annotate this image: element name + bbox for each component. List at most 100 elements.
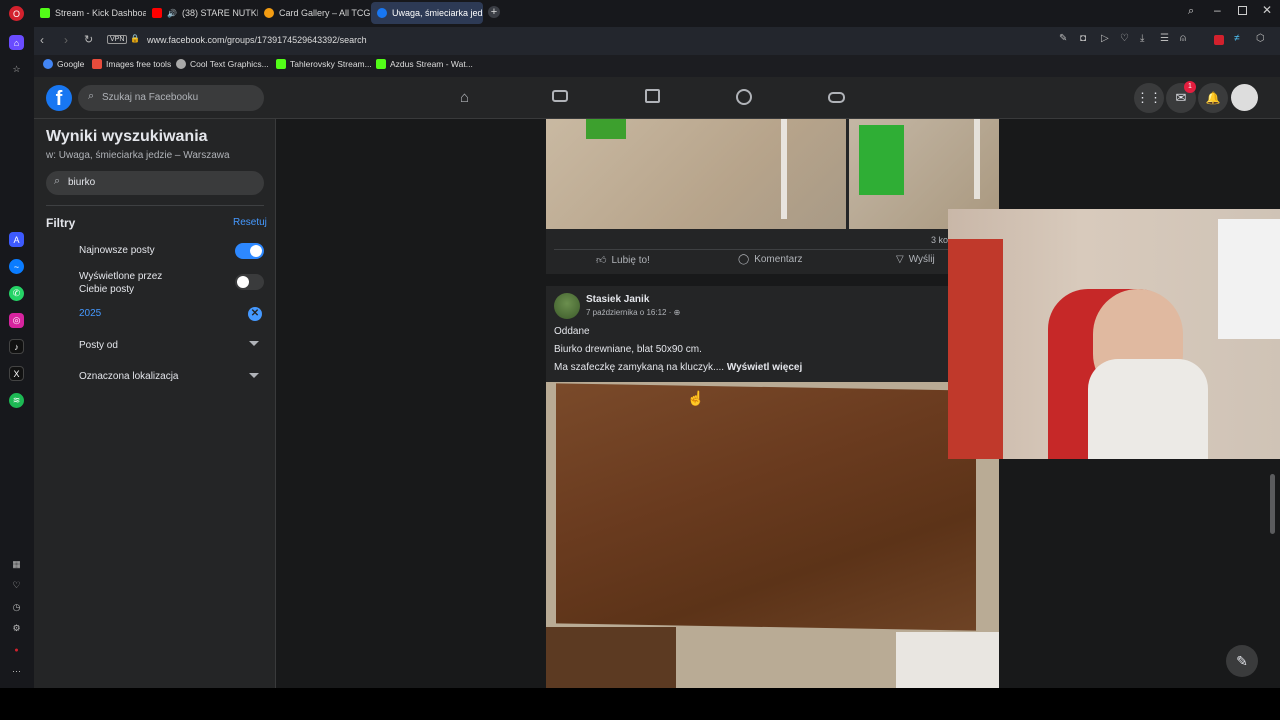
comment-label: Komentarz <box>754 254 803 265</box>
filters-heading: Filtry <box>46 216 76 230</box>
lock-icon[interactable]: 🔒 <box>130 34 140 43</box>
tab-title: Uwaga, śmieciarka jedzie <box>392 8 483 18</box>
search-filters-panel: Wyniki wyszukiwania w: Uwaga, śmieciarka… <box>34 119 276 688</box>
new-message-button[interactable]: ✎ <box>1226 645 1258 677</box>
like-label: Lubię to! <box>611 254 650 266</box>
photo-detail <box>781 119 787 219</box>
extensions-icon[interactable]: ⬡ <box>1256 33 1265 44</box>
group-search-input[interactable]: ⌕ biurko <box>46 171 264 195</box>
new-tab-plus-icon[interactable]: + <box>488 6 500 18</box>
search-tabs-icon[interactable]: ⌕ <box>1188 5 1194 18</box>
bookmark-tahlerovsky[interactable]: Tahlerovsky Stream... <box>276 59 372 69</box>
gaming-nav-icon[interactable] <box>828 92 845 103</box>
easy-setup-icon[interactable]: ☰ <box>1160 33 1169 44</box>
year-filter[interactable]: 2025 <box>79 308 101 319</box>
opera-logo-icon[interactable]: O <box>9 6 24 21</box>
star-icon[interactable]: ☆ <box>9 62 24 77</box>
tiktok-icon[interactable]: ♪ <box>9 339 24 354</box>
settings-gear-icon[interactable]: ⚙ <box>9 621 24 636</box>
extension-blue-icon[interactable]: ≠ <box>1234 33 1240 44</box>
browser-tab-bar: O Stream - Kick Dashboard 🔊 (38) STARE N… <box>0 0 1280 27</box>
chevron-down-icon[interactable] <box>249 341 259 346</box>
spotify-icon[interactable]: ≋ <box>9 393 24 408</box>
bookmark-images[interactable]: Images free tools <box>92 59 171 69</box>
post-date[interactable]: 7 października o 16:12 · ⊕ <box>586 308 680 317</box>
kick-icon <box>40 8 50 18</box>
tab-card-gallery[interactable]: Card Gallery – All TCG Sets <box>258 2 370 24</box>
comments-count[interactable]: 3 ko <box>931 235 948 245</box>
see-more-link[interactable]: Wyświetl więcej <box>727 362 802 373</box>
desk-top-surface <box>556 383 976 631</box>
photo-detail <box>859 125 904 195</box>
post-author[interactable]: Stasiek Janik <box>586 294 649 305</box>
tab-facebook[interactable]: Uwaga, śmieciarka jedzie <box>371 2 483 24</box>
newest-posts-toggle[interactable] <box>235 243 264 259</box>
home-icon[interactable]: ⌂ <box>9 35 24 50</box>
post-text-line: Oddane <box>554 326 590 337</box>
aria-icon[interactable]: A <box>9 232 24 247</box>
maximize-icon[interactable] <box>1238 6 1247 15</box>
camera-icon[interactable]: ◘ <box>1080 33 1086 44</box>
whatsapp-icon[interactable]: ✆ <box>9 286 24 301</box>
edit-icon[interactable]: ✎ <box>1059 33 1067 44</box>
clear-year-icon[interactable]: ✕ <box>248 307 262 321</box>
facebook-logo-icon[interactable]: f <box>46 85 72 111</box>
divider <box>46 205 264 206</box>
menu-grid-icon[interactable]: ⋮⋮ <box>1134 83 1164 113</box>
reload-icon[interactable]: ↻ <box>84 33 93 46</box>
heart-icon[interactable]: ♡ <box>9 578 24 593</box>
bookmark-label: Google <box>57 59 85 69</box>
messenger-icon[interactable]: ~ <box>9 259 24 274</box>
profile-icon[interactable]: ⍝ <box>1180 33 1186 44</box>
close-window-icon[interactable]: ✕ <box>1262 3 1272 17</box>
video-nav-icon[interactable] <box>552 90 568 102</box>
post-photo[interactable] <box>546 382 999 688</box>
bookmark-google[interactable]: Google <box>43 59 84 69</box>
tab-kick[interactable]: Stream - Kick Dashboard <box>34 2 146 24</box>
more-options-icon[interactable]: ⋯ <box>9 664 24 679</box>
forward-icon[interactable]: › <box>64 33 68 47</box>
home-nav-icon[interactable]: ⌂ <box>460 89 469 106</box>
feed-scrollbar[interactable] <box>1270 474 1275 534</box>
ublock-icon[interactable]: ● <box>9 643 24 658</box>
reset-link[interactable]: Resetuj <box>233 217 267 228</box>
post-text-line: Biurko drewniane, blat 50x90 cm. <box>554 344 702 355</box>
speaker-icon[interactable]: 🔊 <box>167 9 177 18</box>
filter-newest-label: Najnowsze posty <box>79 245 155 256</box>
notification-badge: 1 <box>1184 81 1196 93</box>
bookmark-azdus[interactable]: Azdus Stream - Wat... <box>376 59 473 69</box>
groups-nav-icon[interactable] <box>736 89 752 105</box>
instagram-icon[interactable]: ◎ <box>9 313 24 328</box>
like-button[interactable]: 👍︎ Lubię to! <box>596 254 650 267</box>
comment-button[interactable]: ◯ Komentarz <box>738 254 803 265</box>
heart-bookmark-icon[interactable]: ♡ <box>1120 33 1129 44</box>
google-icon <box>43 59 53 69</box>
card-gallery-icon <box>264 8 274 18</box>
play-icon[interactable]: ▷ <box>1101 33 1109 44</box>
x-twitter-icon[interactable]: X <box>9 366 24 381</box>
tagged-location-dropdown[interactable]: Oznaczona lokalizacja <box>79 371 179 382</box>
post-photo[interactable] <box>546 119 846 229</box>
vpn-badge[interactable]: VPN <box>107 35 128 44</box>
chevron-down-icon[interactable] <box>249 373 259 378</box>
posts-from-dropdown[interactable]: Posty od <box>79 340 118 351</box>
back-icon[interactable]: ‹ <box>40 33 44 47</box>
bell-icon[interactable]: 🔔 <box>1198 83 1228 113</box>
workspaces-icon[interactable]: ▦ <box>9 557 24 572</box>
marketplace-nav-icon[interactable] <box>645 89 660 103</box>
url-field[interactable]: www.facebook.com/groups/1739174529643392… <box>147 35 367 45</box>
seen-posts-toggle[interactable] <box>235 274 264 290</box>
youtube-icon <box>152 8 162 18</box>
fb-search-input[interactable]: ⌕ Szukaj na Facebooku <box>78 85 264 111</box>
send-button[interactable]: ▽ Wyślij <box>896 254 935 265</box>
minimize-icon[interactable]: – <box>1214 3 1221 17</box>
download-icon[interactable]: ⤓ <box>1140 33 1144 44</box>
bookmark-cooltext[interactable]: Cool Text Graphics... <box>176 59 269 69</box>
extension-red-icon[interactable] <box>1214 35 1224 45</box>
kick-icon <box>376 59 386 69</box>
author-avatar[interactable] <box>554 293 580 319</box>
tab-youtube[interactable]: 🔊 (38) STARE NUTKI W B <box>146 2 258 24</box>
avatar[interactable] <box>1231 84 1258 111</box>
history-icon[interactable]: ◷ <box>9 600 24 615</box>
bookmark-label: Azdus Stream - Wat... <box>390 59 473 69</box>
